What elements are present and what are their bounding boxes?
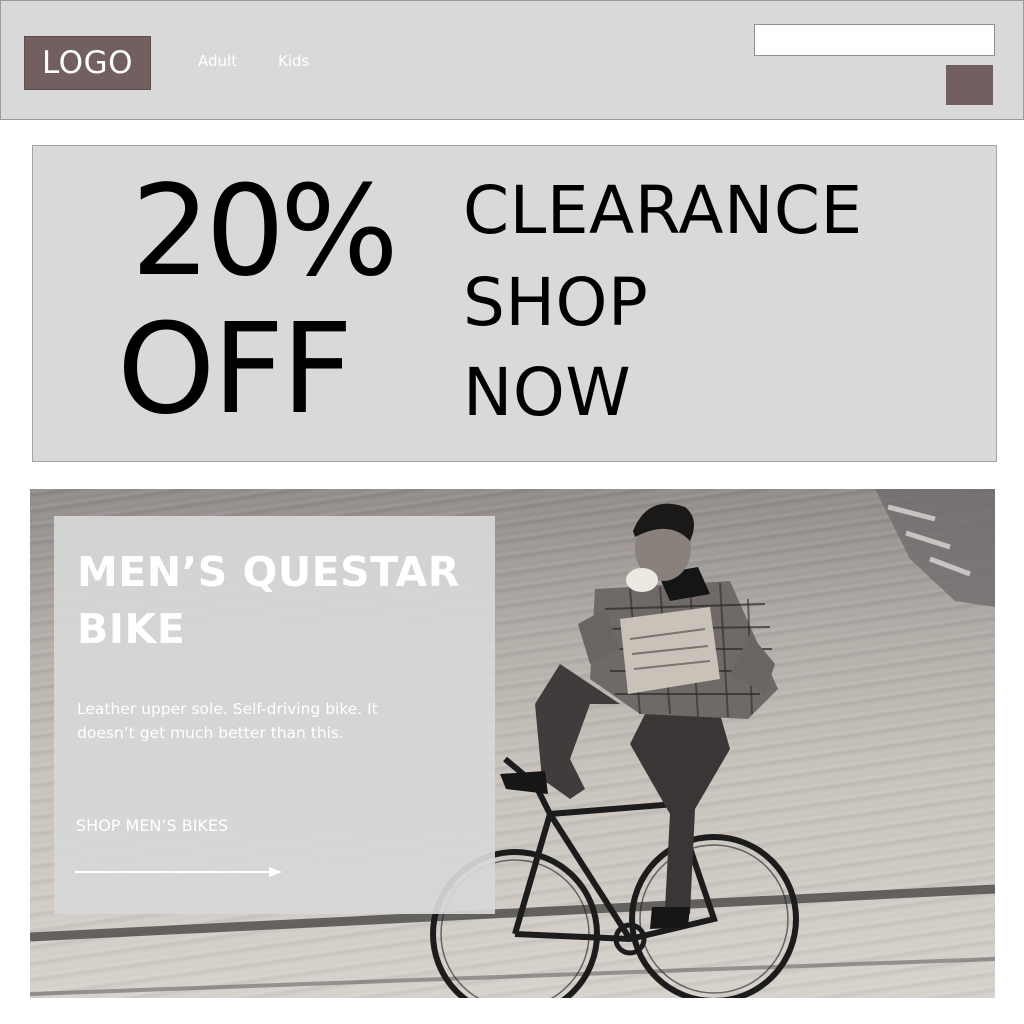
- nav-link-kids[interactable]: Kids: [278, 52, 309, 70]
- promo-line-clearance: CLEARANCE: [463, 172, 863, 249]
- promo-discount: 20%: [131, 159, 399, 304]
- nav-link-adult[interactable]: Adult: [198, 52, 237, 70]
- site-header: LOGO Adult Kids: [0, 0, 1024, 120]
- logo[interactable]: LOGO: [24, 36, 151, 90]
- promo-banner[interactable]: 20% OFF CLEARANCE SHOP NOW: [32, 145, 997, 462]
- hero-title: MEN’S QUESTAR BIKE: [77, 548, 460, 653]
- promo-line-shop: SHOP: [463, 264, 649, 341]
- shop-mens-bikes-link[interactable]: SHOP MEN’S BIKES: [76, 816, 228, 835]
- promo-discount-suffix: OFF: [117, 297, 353, 442]
- search-button[interactable]: [946, 65, 993, 105]
- hero-description: Leather upper sole. Self-driving bike. I…: [77, 700, 378, 742]
- hero-card: MEN’S QUESTAR BIKE Leather upper sole. S…: [54, 516, 495, 914]
- arrow-right-icon[interactable]: [75, 866, 283, 878]
- hero-banner: MEN’S QUESTAR BIKE Leather upper sole. S…: [30, 489, 995, 998]
- search-input[interactable]: [754, 24, 995, 56]
- promo-line-now: NOW: [463, 354, 632, 431]
